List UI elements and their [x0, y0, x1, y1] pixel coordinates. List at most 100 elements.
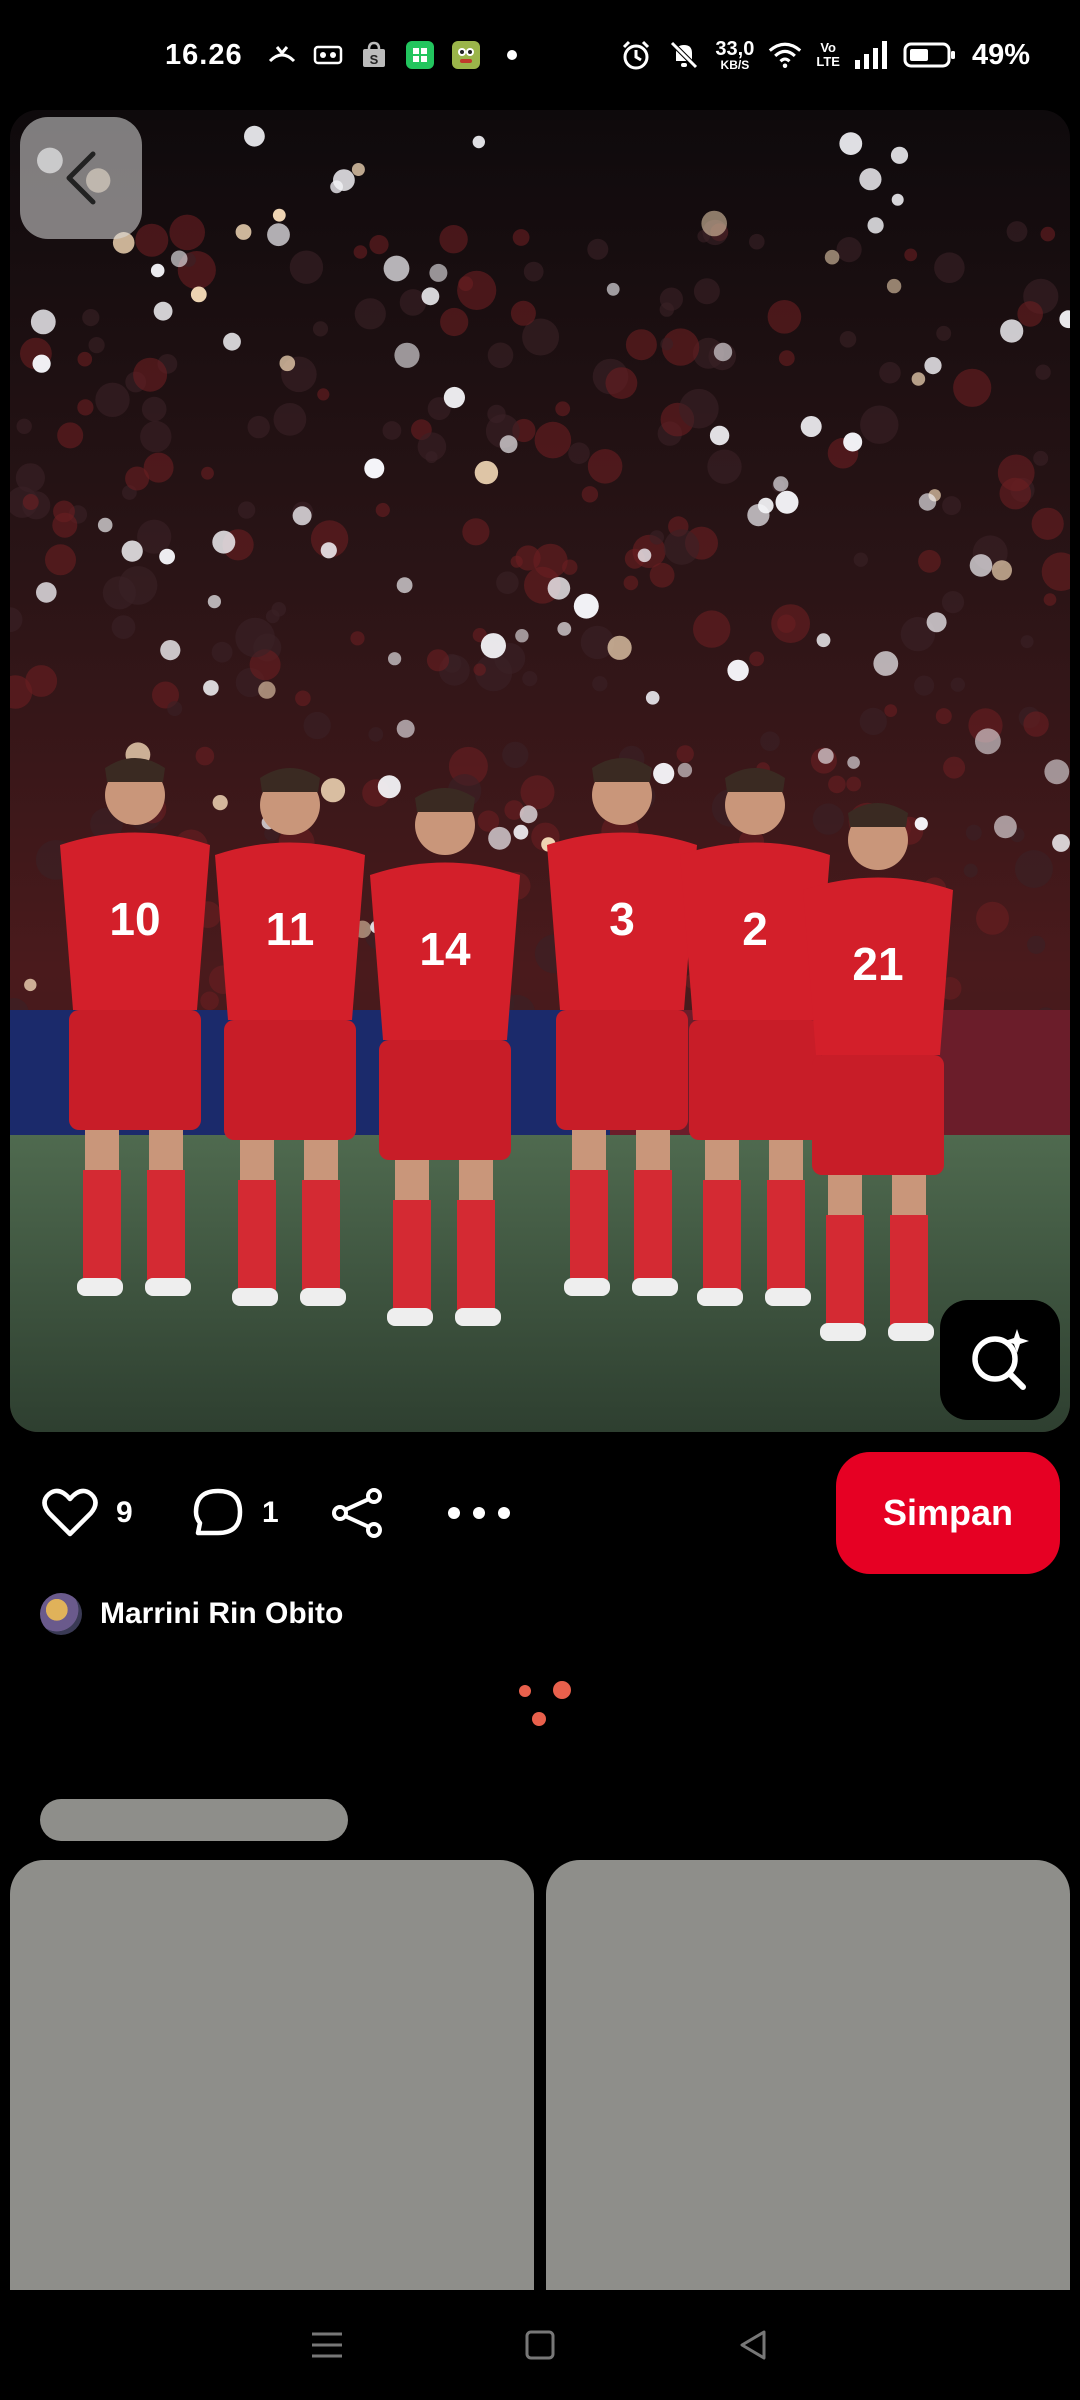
alarm-icon	[619, 38, 653, 72]
skeleton-card	[10, 1860, 534, 2292]
crowd-blob	[676, 745, 694, 763]
like-button[interactable]: 9	[42, 1452, 133, 1574]
crowd-blob	[22, 494, 39, 510]
crowd-blob	[623, 575, 639, 591]
crowd-blob	[1014, 850, 1053, 888]
crowd-blob	[141, 396, 167, 422]
crowd-blob	[82, 309, 100, 327]
phone-light	[817, 748, 834, 764]
crowd-blob	[828, 775, 846, 794]
crowd-blob	[846, 776, 862, 792]
crowd-blob	[918, 549, 941, 573]
crowd-blob	[502, 741, 529, 769]
crowd-blob	[303, 711, 331, 740]
back-button[interactable]	[20, 117, 142, 239]
player-boot	[888, 1323, 934, 1341]
share-button[interactable]	[330, 1452, 386, 1574]
crowd-blob	[568, 442, 590, 465]
crowd-blob	[135, 223, 169, 257]
author-row[interactable]: Marrini Rin Obito	[40, 1592, 343, 1636]
phone-light	[388, 652, 402, 666]
crowd-blob	[167, 701, 183, 717]
network-speed-value: 33,0	[715, 38, 755, 60]
crowd-blob	[510, 300, 536, 326]
more-options-button[interactable]	[446, 1452, 512, 1574]
crowd-blob	[295, 690, 311, 707]
crowd-blob	[1006, 221, 1028, 242]
visual-search-button[interactable]	[940, 1300, 1060, 1420]
game-notification-icon	[449, 38, 483, 72]
back-nav-button[interactable]	[723, 2315, 783, 2375]
home-button[interactable]	[510, 2315, 570, 2375]
author-name[interactable]: Marrini Rin Obito	[100, 1597, 343, 1631]
crowd-blob	[625, 329, 657, 361]
loading-spinner	[515, 1676, 575, 1736]
player-boot	[632, 1278, 678, 1296]
avatar[interactable]	[40, 1593, 82, 1635]
crowd-blob	[555, 401, 571, 417]
phone-light	[653, 762, 675, 785]
phone-light	[30, 309, 56, 335]
crowd-blob	[133, 357, 168, 392]
phone-light	[160, 640, 181, 661]
crowd-blob	[749, 233, 765, 250]
phone-light	[991, 560, 1013, 581]
phone-light	[607, 635, 632, 660]
phone-light	[1052, 834, 1070, 852]
player-sock	[767, 1180, 805, 1290]
phone-light	[994, 815, 1017, 839]
phone-light	[911, 372, 926, 386]
skeleton-title	[40, 1799, 348, 1841]
crowd-blob	[317, 388, 330, 401]
phone-light	[645, 691, 660, 705]
crowd-blob	[649, 562, 675, 588]
more-dots-icon	[448, 1507, 510, 1519]
loader-dot	[532, 1712, 546, 1726]
comment-button[interactable]: 1	[192, 1452, 279, 1574]
phone-light	[150, 263, 165, 278]
crowd-blob	[512, 229, 530, 246]
crowd-blob	[884, 704, 898, 717]
crowd-blob	[942, 496, 962, 516]
phone-light	[773, 476, 789, 492]
phone-light	[775, 490, 799, 514]
crowd-blob	[1035, 364, 1051, 380]
crowd-blob	[836, 237, 862, 263]
crowd-blob	[53, 500, 75, 523]
phone-light	[513, 824, 529, 840]
phone-light	[267, 223, 290, 247]
crowd-blob	[749, 651, 765, 667]
phone-light	[429, 263, 448, 282]
phone-light	[32, 354, 51, 373]
player-shorts	[556, 1010, 688, 1130]
player-boot	[564, 1278, 610, 1296]
crowd-blob	[943, 756, 966, 779]
phone-light	[235, 224, 252, 240]
crowd-blob	[77, 399, 94, 416]
jersey-number: 2	[742, 903, 768, 955]
player-boot	[387, 1308, 433, 1326]
share-icon	[332, 1488, 382, 1538]
jersey-number: 10	[109, 893, 160, 945]
phone-light	[515, 629, 529, 643]
phone-light	[97, 517, 113, 533]
crowd-blob	[169, 214, 205, 251]
crowd-blob	[953, 368, 992, 407]
save-button[interactable]: Simpan	[836, 1452, 1060, 1574]
crowd-blob	[859, 707, 887, 736]
crowd-blob	[587, 449, 623, 484]
crowd-blob	[16, 418, 32, 434]
recents-button[interactable]	[297, 2315, 357, 2375]
phone-light	[924, 357, 942, 375]
phone-light	[847, 756, 860, 769]
wifi-icon	[768, 38, 802, 72]
pin-image[interactable]: 10 11 14 3 2 21	[10, 110, 1070, 1432]
mute-icon	[667, 38, 701, 72]
crowd-blob	[1020, 635, 1034, 649]
crowd-blob	[458, 276, 474, 292]
jersey-number: 14	[419, 923, 471, 975]
menu-icon	[311, 2332, 342, 2358]
phone-light	[843, 432, 863, 452]
crowd-blob	[522, 671, 538, 687]
player-sock	[83, 1170, 121, 1280]
